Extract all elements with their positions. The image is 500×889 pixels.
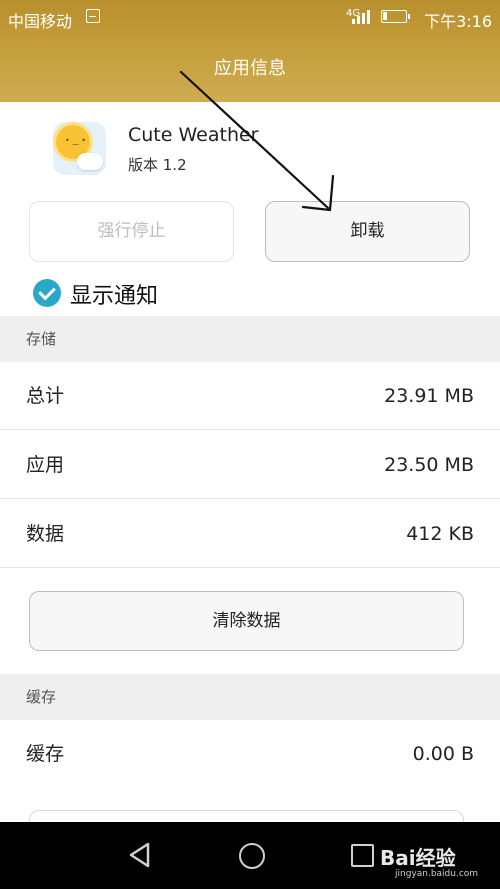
storage-section-header: 存储 xyxy=(0,316,500,362)
baidu-watermark: Bai经验 xyxy=(380,846,456,870)
cute-weather-app-icon: • ‿ • xyxy=(53,122,106,175)
cache-section-header: 缓存 xyxy=(0,674,500,720)
checkbox-checked-icon[interactable] xyxy=(33,279,61,307)
cache-row-label: 缓存 xyxy=(26,743,65,765)
status-time: 下午3:16 xyxy=(424,12,492,31)
navigation-bar: Bai经验 jingyan.baidu.com xyxy=(0,822,500,889)
signal-strength-icon xyxy=(352,10,374,24)
storage-row-value: 23.50 MB xyxy=(384,454,474,476)
storage-row-label: 应用 xyxy=(26,454,65,476)
sun-face-icon: • ‿ • xyxy=(65,136,86,145)
app-header: • ‿ • Cute Weather 版本 1.2 xyxy=(0,102,500,202)
app-name: Cute Weather xyxy=(128,124,259,146)
clear-data-button[interactable]: 清除数据 xyxy=(29,591,464,651)
storage-row-data: 数据 412 KB xyxy=(0,500,500,568)
storage-row-app: 应用 23.50 MB xyxy=(0,431,500,499)
page-title: 应用信息 xyxy=(214,58,286,79)
sim-image-icon xyxy=(86,9,100,23)
app-version: 版本 1.2 xyxy=(128,156,187,174)
storage-row-value: 23.91 MB xyxy=(384,385,474,407)
uninstall-button[interactable]: 卸载 xyxy=(265,201,470,262)
storage-row-label: 总计 xyxy=(26,385,65,407)
storage-row-total: 总计 23.91 MB xyxy=(0,362,500,430)
storage-row-value: 412 KB xyxy=(406,523,474,545)
cache-header-label: 缓存 xyxy=(26,688,57,706)
cloud-icon xyxy=(77,153,103,170)
home-icon[interactable] xyxy=(239,843,265,869)
carrier-label: 中国移动 xyxy=(8,12,73,31)
show-notifications-label: 显示通知 xyxy=(70,284,159,309)
watermark-url: jingyan.baidu.com xyxy=(395,869,479,879)
storage-header-label: 存储 xyxy=(26,330,57,348)
title-bar: 应用信息 xyxy=(0,36,500,102)
recent-apps-icon[interactable] xyxy=(351,844,374,867)
battery-level xyxy=(383,12,387,20)
battery-icon xyxy=(381,10,410,23)
storage-row-label: 数据 xyxy=(26,523,65,545)
cache-row: 缓存 0.00 B xyxy=(0,720,500,788)
back-icon[interactable] xyxy=(128,842,152,868)
cache-row-value: 0.00 B xyxy=(412,743,474,765)
force-stop-button[interactable]: 强行停止 xyxy=(29,201,234,262)
status-bar: 中国移动 4G 下午3:16 xyxy=(0,0,500,36)
